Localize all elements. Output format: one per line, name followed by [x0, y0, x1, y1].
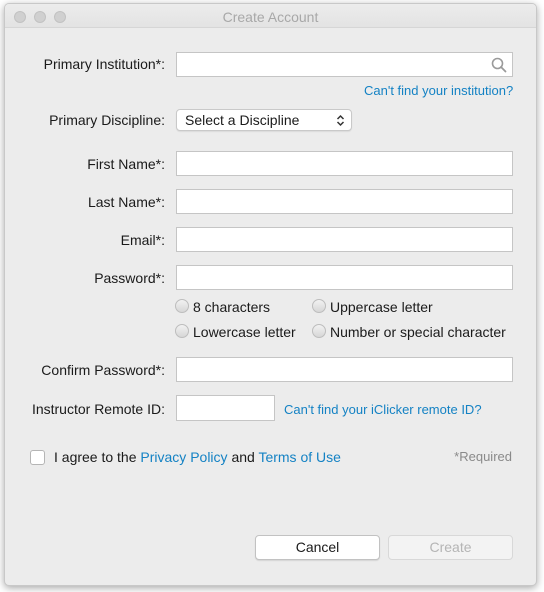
requirement-length: 8 characters — [193, 299, 271, 315]
remote-id-input[interactable] — [176, 395, 275, 421]
agreement-prefix: I agree to the — [54, 449, 137, 465]
chevron-up-down-icon — [336, 114, 345, 127]
requirement-lowercase: Lowercase letter — [193, 324, 296, 340]
window-title: Create Account — [222, 9, 319, 25]
confirm-password-label: Confirm Password*: — [41, 362, 165, 378]
discipline-label: Primary Discipline: — [49, 112, 165, 128]
last-name-input[interactable] — [176, 189, 513, 214]
cancel-button[interactable]: Cancel — [255, 535, 380, 560]
terms-of-use-link[interactable]: Terms of Use — [258, 449, 340, 465]
email-label: Email*: — [120, 232, 165, 248]
first-name-label: First Name*: — [87, 156, 165, 172]
requirement-uppercase: Uppercase letter — [330, 299, 433, 315]
discipline-select[interactable]: Select a Discipline — [176, 109, 352, 131]
create-button[interactable]: Create — [388, 535, 513, 560]
remote-id-label: Instructor Remote ID: — [31, 401, 165, 417]
institution-label: Primary Institution*: — [43, 56, 165, 72]
requirement-indicator-lowercase — [175, 324, 189, 338]
requirement-indicator-number — [312, 324, 326, 338]
agree-checkbox[interactable] — [30, 450, 45, 465]
requirement-indicator-uppercase — [312, 299, 326, 313]
search-icon — [491, 57, 507, 73]
agreement-and: and — [231, 449, 255, 465]
last-name-label: Last Name*: — [87, 194, 165, 210]
title-bar: Create Account — [5, 4, 536, 28]
requirement-number-special: Number or special character — [330, 324, 506, 340]
create-account-window: Create Account Primary Institution*: Can… — [4, 3, 537, 586]
discipline-selected-value: Select a Discipline — [185, 112, 300, 128]
required-note: *Required — [454, 449, 512, 464]
agreement-text: I agree to the Privacy Policy and Terms … — [54, 449, 341, 465]
requirement-indicator-length — [175, 299, 189, 313]
cant-find-remote-id-link[interactable]: Can't find your iClicker remote ID? — [284, 402, 482, 417]
cant-find-institution-link[interactable]: Can't find your institution? — [364, 83, 513, 98]
institution-search-input[interactable] — [176, 52, 513, 77]
email-input[interactable] — [176, 227, 513, 252]
first-name-input[interactable] — [176, 151, 513, 176]
privacy-policy-link[interactable]: Privacy Policy — [140, 449, 227, 465]
confirm-password-input[interactable] — [176, 357, 513, 382]
password-label: Password*: — [94, 270, 165, 286]
password-input[interactable] — [176, 265, 513, 290]
